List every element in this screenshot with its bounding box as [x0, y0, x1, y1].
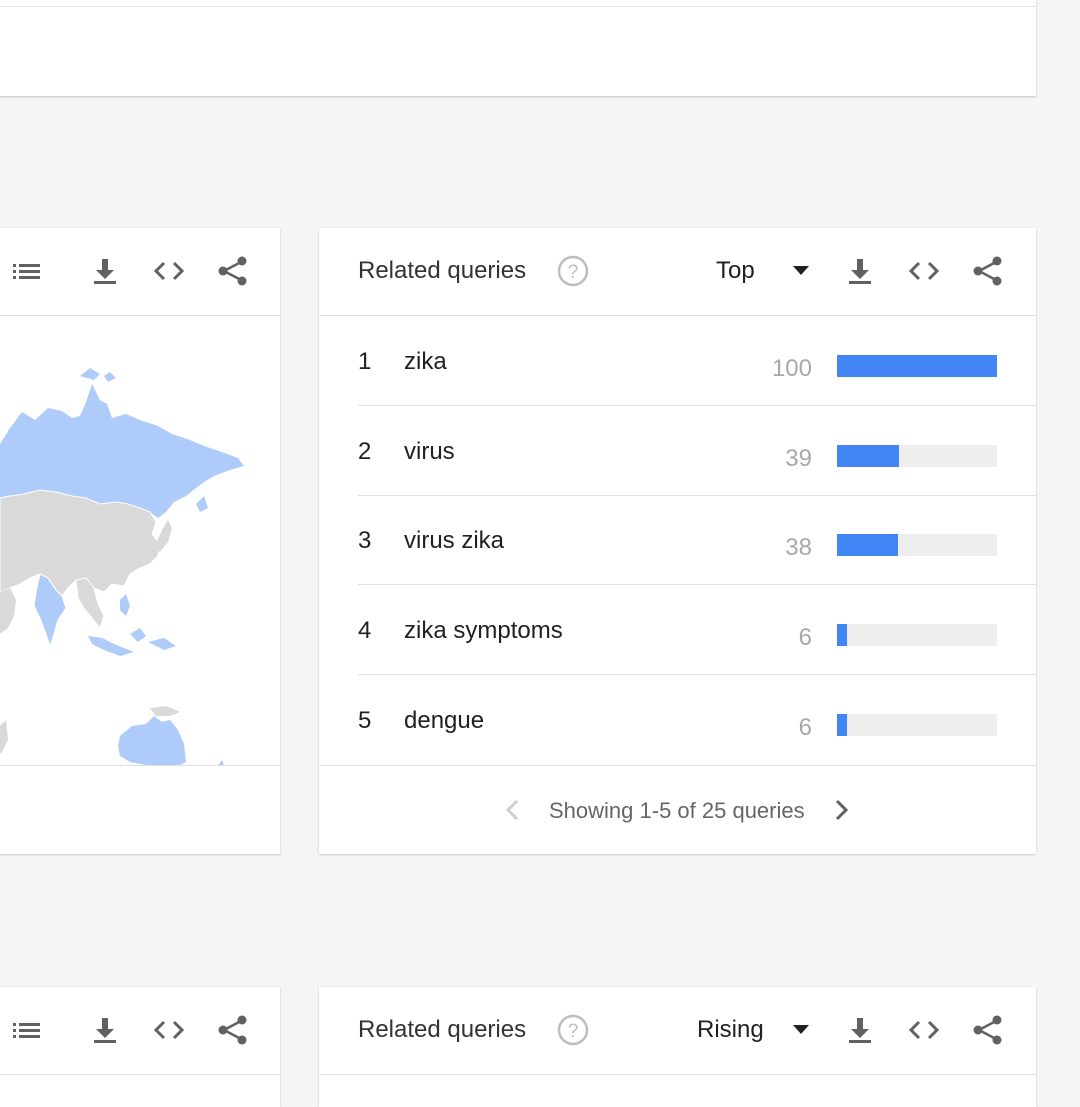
divider [319, 315, 1036, 316]
divider [358, 584, 1036, 585]
divider [0, 6, 1036, 7]
list-icon[interactable] [10, 1012, 46, 1048]
card-title: Related queries [358, 257, 527, 284]
download-icon[interactable] [87, 1012, 123, 1048]
list-item[interactable]: 4 zika symptoms 6 [358, 586, 1036, 675]
list-item[interactable]: 1 zika 100 [358, 317, 1036, 406]
chevron-down-icon[interactable] [793, 266, 809, 275]
help-circle-icon[interactable]: ? [555, 1012, 591, 1048]
value-bar [837, 534, 898, 556]
list-item[interactable]: 5 dengue 6 [358, 676, 1036, 765]
help-circle-icon[interactable]: ? [555, 253, 591, 289]
rank: 5 [358, 707, 372, 734]
value-bar [837, 624, 847, 646]
embed-icon[interactable] [151, 1012, 187, 1048]
chevron-down-icon[interactable] [793, 1025, 809, 1034]
query-value: 6 [798, 624, 812, 651]
top-card [0, 0, 1036, 96]
list-item[interactable]: 3 virus zika 38 [358, 496, 1036, 585]
query-text[interactable]: dengue [404, 706, 484, 736]
rank: 3 [358, 527, 372, 554]
share-icon[interactable] [215, 1012, 251, 1048]
world-map[interactable] [0, 316, 280, 765]
map-region-middle-east [0, 588, 16, 634]
rank: 1 [358, 348, 372, 375]
svg-text:?: ? [568, 262, 579, 283]
query-text[interactable]: zika symptoms [404, 616, 563, 646]
list-item[interactable]: 2 virus 39 [358, 407, 1036, 496]
map-region-australia [118, 716, 186, 765]
query-value: 6 [798, 714, 812, 741]
card-title: Related queries [358, 1016, 527, 1043]
download-icon[interactable] [842, 1012, 878, 1048]
map-region-africa-edge [0, 720, 8, 754]
chevron-left-icon[interactable] [501, 796, 525, 824]
interest-by-region-card [0, 987, 280, 1107]
divider [358, 674, 1036, 675]
share-icon[interactable] [970, 253, 1006, 289]
divider [0, 765, 280, 766]
share-icon[interactable] [215, 253, 251, 289]
map-region-new-guinea [150, 706, 180, 716]
query-value: 38 [785, 534, 812, 561]
value-bar-track [837, 355, 997, 377]
list-icon[interactable] [10, 253, 46, 289]
download-icon[interactable] [842, 253, 878, 289]
divider [358, 405, 1036, 406]
related-queries-card: Related queries ? Rising [319, 987, 1036, 1107]
sort-selector[interactable]: Rising [697, 1015, 764, 1045]
pagination-label: Showing 1-5 of 25 queries [549, 798, 805, 823]
divider [319, 1074, 1036, 1075]
value-bar [837, 445, 900, 467]
chevron-right-icon[interactable] [829, 796, 853, 824]
map-region-japan [154, 520, 172, 552]
map-region-philippines [120, 594, 130, 616]
sort-selector[interactable]: Top [716, 256, 755, 286]
query-value: 39 [785, 445, 812, 472]
query-value: 100 [771, 355, 812, 382]
query-text[interactable]: virus zika [404, 526, 504, 556]
query-text[interactable]: zika [404, 347, 447, 377]
value-bar-track [837, 624, 997, 646]
divider [0, 1074, 280, 1075]
pagination: Showing 1-5 of 25 queries [319, 766, 1036, 854]
value-bar-track [837, 534, 997, 556]
interest-by-region-card [0, 228, 280, 854]
rank: 4 [358, 617, 372, 644]
rank: 2 [358, 438, 372, 465]
query-text[interactable]: virus [404, 437, 455, 467]
related-queries-card: Related queries ? Top 1 zika 100 2 virus… [319, 228, 1036, 854]
download-icon[interactable] [87, 253, 123, 289]
value-bar [837, 355, 997, 377]
value-bar [837, 714, 847, 736]
value-bar-track [837, 445, 997, 467]
embed-icon[interactable] [906, 253, 942, 289]
map-region-indonesia [88, 628, 176, 656]
svg-text:?: ? [568, 1021, 579, 1042]
share-icon[interactable] [970, 1012, 1006, 1048]
value-bar-track [837, 714, 997, 736]
embed-icon[interactable] [906, 1012, 942, 1048]
embed-icon[interactable] [151, 253, 187, 289]
